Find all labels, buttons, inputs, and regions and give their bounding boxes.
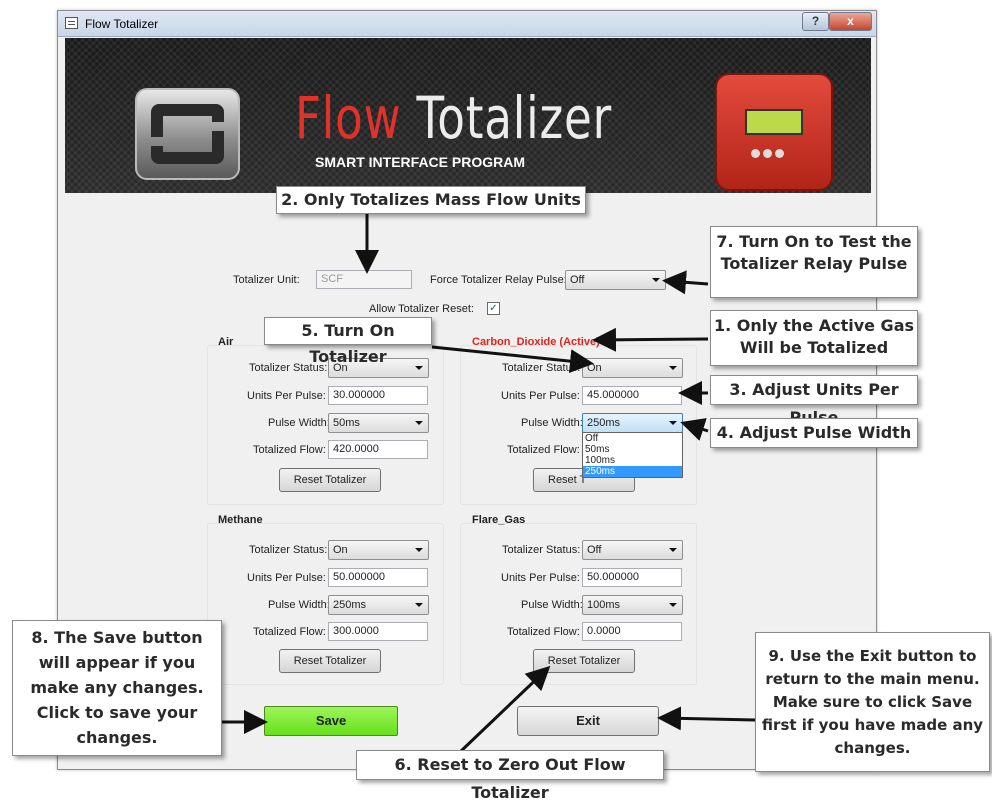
close-button[interactable]: x xyxy=(829,12,872,31)
methane-status-select[interactable]: On xyxy=(328,540,429,560)
flare-status-select[interactable]: Off xyxy=(582,540,683,560)
flare-units-per-pulse-field[interactable]: 50.000000 xyxy=(582,568,682,587)
methane-status-label: Totalizer Status: xyxy=(249,544,328,556)
flare-flow-label: Totalized Flow: xyxy=(507,626,580,638)
methane-flow-label: Totalized Flow: xyxy=(253,626,326,638)
co2-group-title: Carbon_Dioxide (Active) xyxy=(472,336,600,348)
pulse-width-option-selected[interactable]: 250ms xyxy=(583,466,682,477)
flare-pulse-width-value: 100ms xyxy=(587,599,621,611)
chevron-down-icon xyxy=(652,278,660,282)
callout-9: 9. Use the Exit button to return to the … xyxy=(755,632,990,772)
co2-status-select[interactable]: On xyxy=(582,358,683,378)
co2-units-label: Units Per Pulse: xyxy=(501,390,580,402)
flow-meter-device-image xyxy=(715,73,833,191)
air-totalized-flow-field[interactable]: 420.0000 xyxy=(328,440,428,459)
chevron-down-icon xyxy=(415,366,423,370)
banner-title-flow: Flow xyxy=(295,84,402,152)
methane-pulse-width-value: 250ms xyxy=(333,599,367,611)
help-button[interactable]: ? xyxy=(802,12,829,31)
air-reset-totalizer-button[interactable]: Reset Totalizer xyxy=(279,468,381,492)
device-display xyxy=(745,109,803,135)
pulse-width-option[interactable]: Off xyxy=(583,433,682,444)
co2-flow-label: Totalized Flow: xyxy=(507,444,580,456)
methane-pulse-width-select[interactable]: 250ms xyxy=(328,595,429,615)
methane-units-per-pulse-field[interactable]: 50.000000 xyxy=(328,568,428,587)
pulse-width-dropdown-list: Off 50ms 100ms 250ms xyxy=(582,432,683,478)
banner-title: Flow Totalizer xyxy=(295,88,612,148)
force-relay-pulse-value: Off xyxy=(570,274,585,286)
methane-width-label: Pulse Width: xyxy=(268,599,330,611)
flare-status-value: Off xyxy=(587,544,602,556)
callout-5: 5. Turn On Totalizer xyxy=(264,317,432,366)
totalizer-unit-field: SCF xyxy=(316,270,412,289)
save-button[interactable]: Save xyxy=(264,706,398,736)
co2-status-label: Totalizer Status: xyxy=(502,362,581,374)
window-title: Flow Totalizer xyxy=(85,17,159,31)
air-flow-label: Totalized Flow: xyxy=(253,444,326,456)
chevron-down-icon xyxy=(415,603,423,607)
allow-reset-label: Allow Totalizer Reset: xyxy=(369,303,474,315)
flare-units-label: Units Per Pulse: xyxy=(501,572,580,584)
pulse-width-option[interactable]: 50ms xyxy=(583,444,682,455)
callout-4: 4. Adjust Pulse Width xyxy=(710,418,918,448)
callout-6: 6. Reset to Zero Out Flow Totalizer xyxy=(356,750,664,802)
chevron-down-icon xyxy=(669,603,677,607)
banner-title-totalizer: Totalizer xyxy=(416,84,612,152)
title-bar: Flow Totalizer ? x xyxy=(58,11,876,37)
allow-reset-checkbox[interactable]: ✓ xyxy=(487,302,500,315)
air-group-title: Air xyxy=(218,336,234,348)
air-pulse-width-value: 50ms xyxy=(333,417,360,429)
co2-pulse-width-select[interactable]: 250ms xyxy=(582,413,683,433)
chevron-down-icon xyxy=(415,421,423,425)
methane-totalized-flow-field[interactable]: 300.0000 xyxy=(328,622,428,641)
methane-group-title: Methane xyxy=(218,514,263,526)
co2-status-value: On xyxy=(587,362,602,374)
callout-2: 2. Only Totalizes Mass Flow Units xyxy=(276,186,586,214)
flare-width-label: Pulse Width: xyxy=(521,599,583,611)
air-width-label: Pulse Width: xyxy=(268,417,330,429)
air-pulse-width-select[interactable]: 50ms xyxy=(328,413,429,433)
callout-8: 8. The Save button will appear if you ma… xyxy=(12,620,222,756)
window-app-icon xyxy=(65,17,78,29)
callout-3: 3. Adjust Units Per Pulse xyxy=(710,375,918,427)
force-relay-pulse-select[interactable]: Off xyxy=(565,270,666,290)
callout-7: 7. Turn On to Test the Totalizer Relay P… xyxy=(710,226,918,298)
flare-reset-totalizer-button[interactable]: Reset Totalizer xyxy=(533,649,635,673)
company-logo-icon xyxy=(135,88,240,180)
co2-pulse-width-value: 250ms xyxy=(587,417,621,429)
chevron-down-icon xyxy=(669,548,677,552)
methane-status-value: On xyxy=(333,544,348,556)
pulse-width-option[interactable]: 100ms xyxy=(583,455,682,466)
exit-button[interactable]: Exit xyxy=(517,706,659,736)
chevron-down-icon xyxy=(415,548,423,552)
flare-group-title: Flare_Gas xyxy=(472,514,526,526)
chevron-down-icon xyxy=(669,421,677,425)
chevron-down-icon xyxy=(669,366,677,370)
device-buttons xyxy=(751,149,799,165)
flare-pulse-width-select[interactable]: 100ms xyxy=(582,595,683,615)
callout-1: 1. Only the Active Gas Will be Totalized xyxy=(710,310,918,366)
methane-reset-totalizer-button[interactable]: Reset Totalizer xyxy=(279,649,381,673)
flare-totalized-flow-field[interactable]: 0.0000 xyxy=(582,622,682,641)
co2-units-per-pulse-field[interactable]: 45.000000 xyxy=(582,386,682,405)
flare-status-label: Totalizer Status: xyxy=(502,544,581,556)
air-units-label: Units Per Pulse: xyxy=(247,390,326,402)
co2-width-label: Pulse Width: xyxy=(521,417,583,429)
methane-units-label: Units Per Pulse: xyxy=(247,572,326,584)
force-relay-pulse-label: Force Totalizer Relay Pulse: xyxy=(430,274,567,286)
totalizer-unit-label: Totalizer Unit: xyxy=(233,274,300,286)
banner-subtitle: SMART INTERFACE PROGRAM xyxy=(315,154,525,170)
air-units-per-pulse-field[interactable]: 30.000000 xyxy=(328,386,428,405)
header-banner: Flow Totalizer SMART INTERFACE PROGRAM xyxy=(65,38,871,193)
